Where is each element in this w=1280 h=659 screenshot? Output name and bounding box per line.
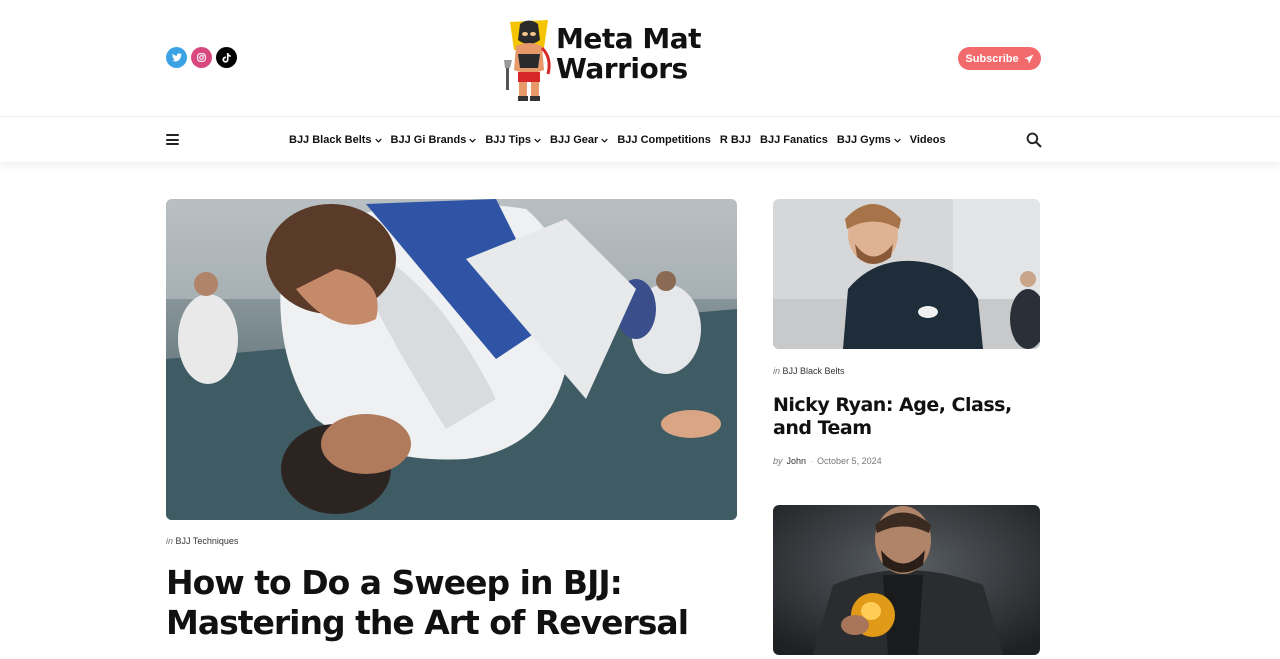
nav-item-bjj-competitions[interactable]: BJJ Competitions — [617, 134, 711, 146]
feature-article-image[interactable] — [166, 199, 737, 520]
feature-category-link[interactable]: BJJ Techniques — [176, 536, 239, 546]
logo-line-1: Meta Mat — [556, 22, 702, 55]
nav-item-bjj-gyms[interactable]: BJJ Gyms — [837, 134, 901, 146]
subscribe-button[interactable]: Subscribe — [958, 47, 1041, 70]
social-links — [166, 47, 237, 68]
logo-wordmark: Meta Mat Warriors — [556, 22, 702, 85]
nav-item-label: BJJ Fanatics — [760, 134, 828, 146]
in-label: in — [773, 366, 781, 376]
twitter-icon[interactable] — [166, 47, 187, 68]
nav-item-label: Videos — [909, 134, 946, 146]
by-label: by — [773, 456, 783, 466]
tiktok-icon[interactable] — [216, 47, 237, 68]
instagram-icon[interactable] — [191, 47, 212, 68]
nav-item-bjj-gi-brands[interactable]: BJJ Gi Brands — [391, 134, 477, 146]
in-label: in — [166, 536, 174, 546]
post-date: October 5, 2024 — [817, 456, 882, 466]
sidebar-post-image-1[interactable] — [773, 199, 1040, 349]
nav-item-bjj-tips[interactable]: BJJ Tips — [485, 134, 541, 146]
chevron-down-icon — [534, 136, 541, 145]
nav-item-label: BJJ Gi Brands — [390, 134, 467, 146]
warrior-mascot-logo — [504, 20, 551, 101]
nav-menu: BJJ Black Belts BJJ Gi Brands BJJ Tips BJJ … — [289, 117, 955, 163]
nav-item-label: BJJ Tips — [485, 134, 532, 146]
nav-item-label: BJJ Competitions — [617, 134, 711, 146]
feature-category: in BJJ Techniques — [166, 536, 238, 546]
chevron-down-icon — [601, 136, 609, 145]
nav-item-label: BJJ Gyms — [836, 134, 891, 146]
author-link[interactable]: John — [787, 456, 807, 466]
chevron-down-icon — [374, 136, 382, 145]
site-logo[interactable]: Meta Mat Warriors — [504, 18, 714, 102]
sidebar-post-meta: by John · October 5, 2024 — [773, 456, 882, 466]
nav-item-bjj-fanatics[interactable]: BJJ Fanatics — [760, 134, 828, 146]
sidebar-post-category: in BJJ Black Belts — [773, 366, 845, 376]
nav-item-videos[interactable]: Videos — [910, 134, 946, 146]
nav-item-bjj-gear[interactable]: BJJ Gear — [550, 134, 609, 146]
sidebar-category-link[interactable]: BJJ Black Belts — [783, 366, 845, 376]
chevron-down-icon — [469, 136, 477, 145]
site-header: Meta Mat Warriors Subscribe — [0, 0, 1280, 116]
chevron-down-icon — [893, 136, 901, 145]
sidebar-post-title[interactable]: Nicky Ryan: Age, Class, and Team — [773, 394, 1040, 440]
logo-line-2: Warriors — [556, 52, 688, 85]
nav-item-label: R BJJ — [719, 134, 752, 146]
nav-item-bjj-black-belts[interactable]: BJJ Black Belts — [289, 134, 382, 146]
feature-title[interactable]: How to Do a Sweep in BJJ: Mastering the … — [166, 563, 746, 643]
hamburger-menu-icon[interactable] — [166, 134, 179, 145]
nav-item-r-bjj[interactable]: R BJJ — [720, 134, 751, 146]
nav-item-label: BJJ Black Belts — [289, 134, 372, 146]
send-icon — [1024, 54, 1034, 63]
meta-separator: · — [810, 456, 814, 466]
sidebar-post-image-2[interactable] — [773, 505, 1040, 655]
nav-item-label: BJJ Gear — [550, 134, 599, 146]
search-icon[interactable] — [1026, 132, 1042, 148]
main-nav: BJJ Black Belts BJJ Gi Brands BJJ Tips BJJ … — [0, 116, 1280, 162]
subscribe-label: Subscribe — [965, 52, 1019, 65]
